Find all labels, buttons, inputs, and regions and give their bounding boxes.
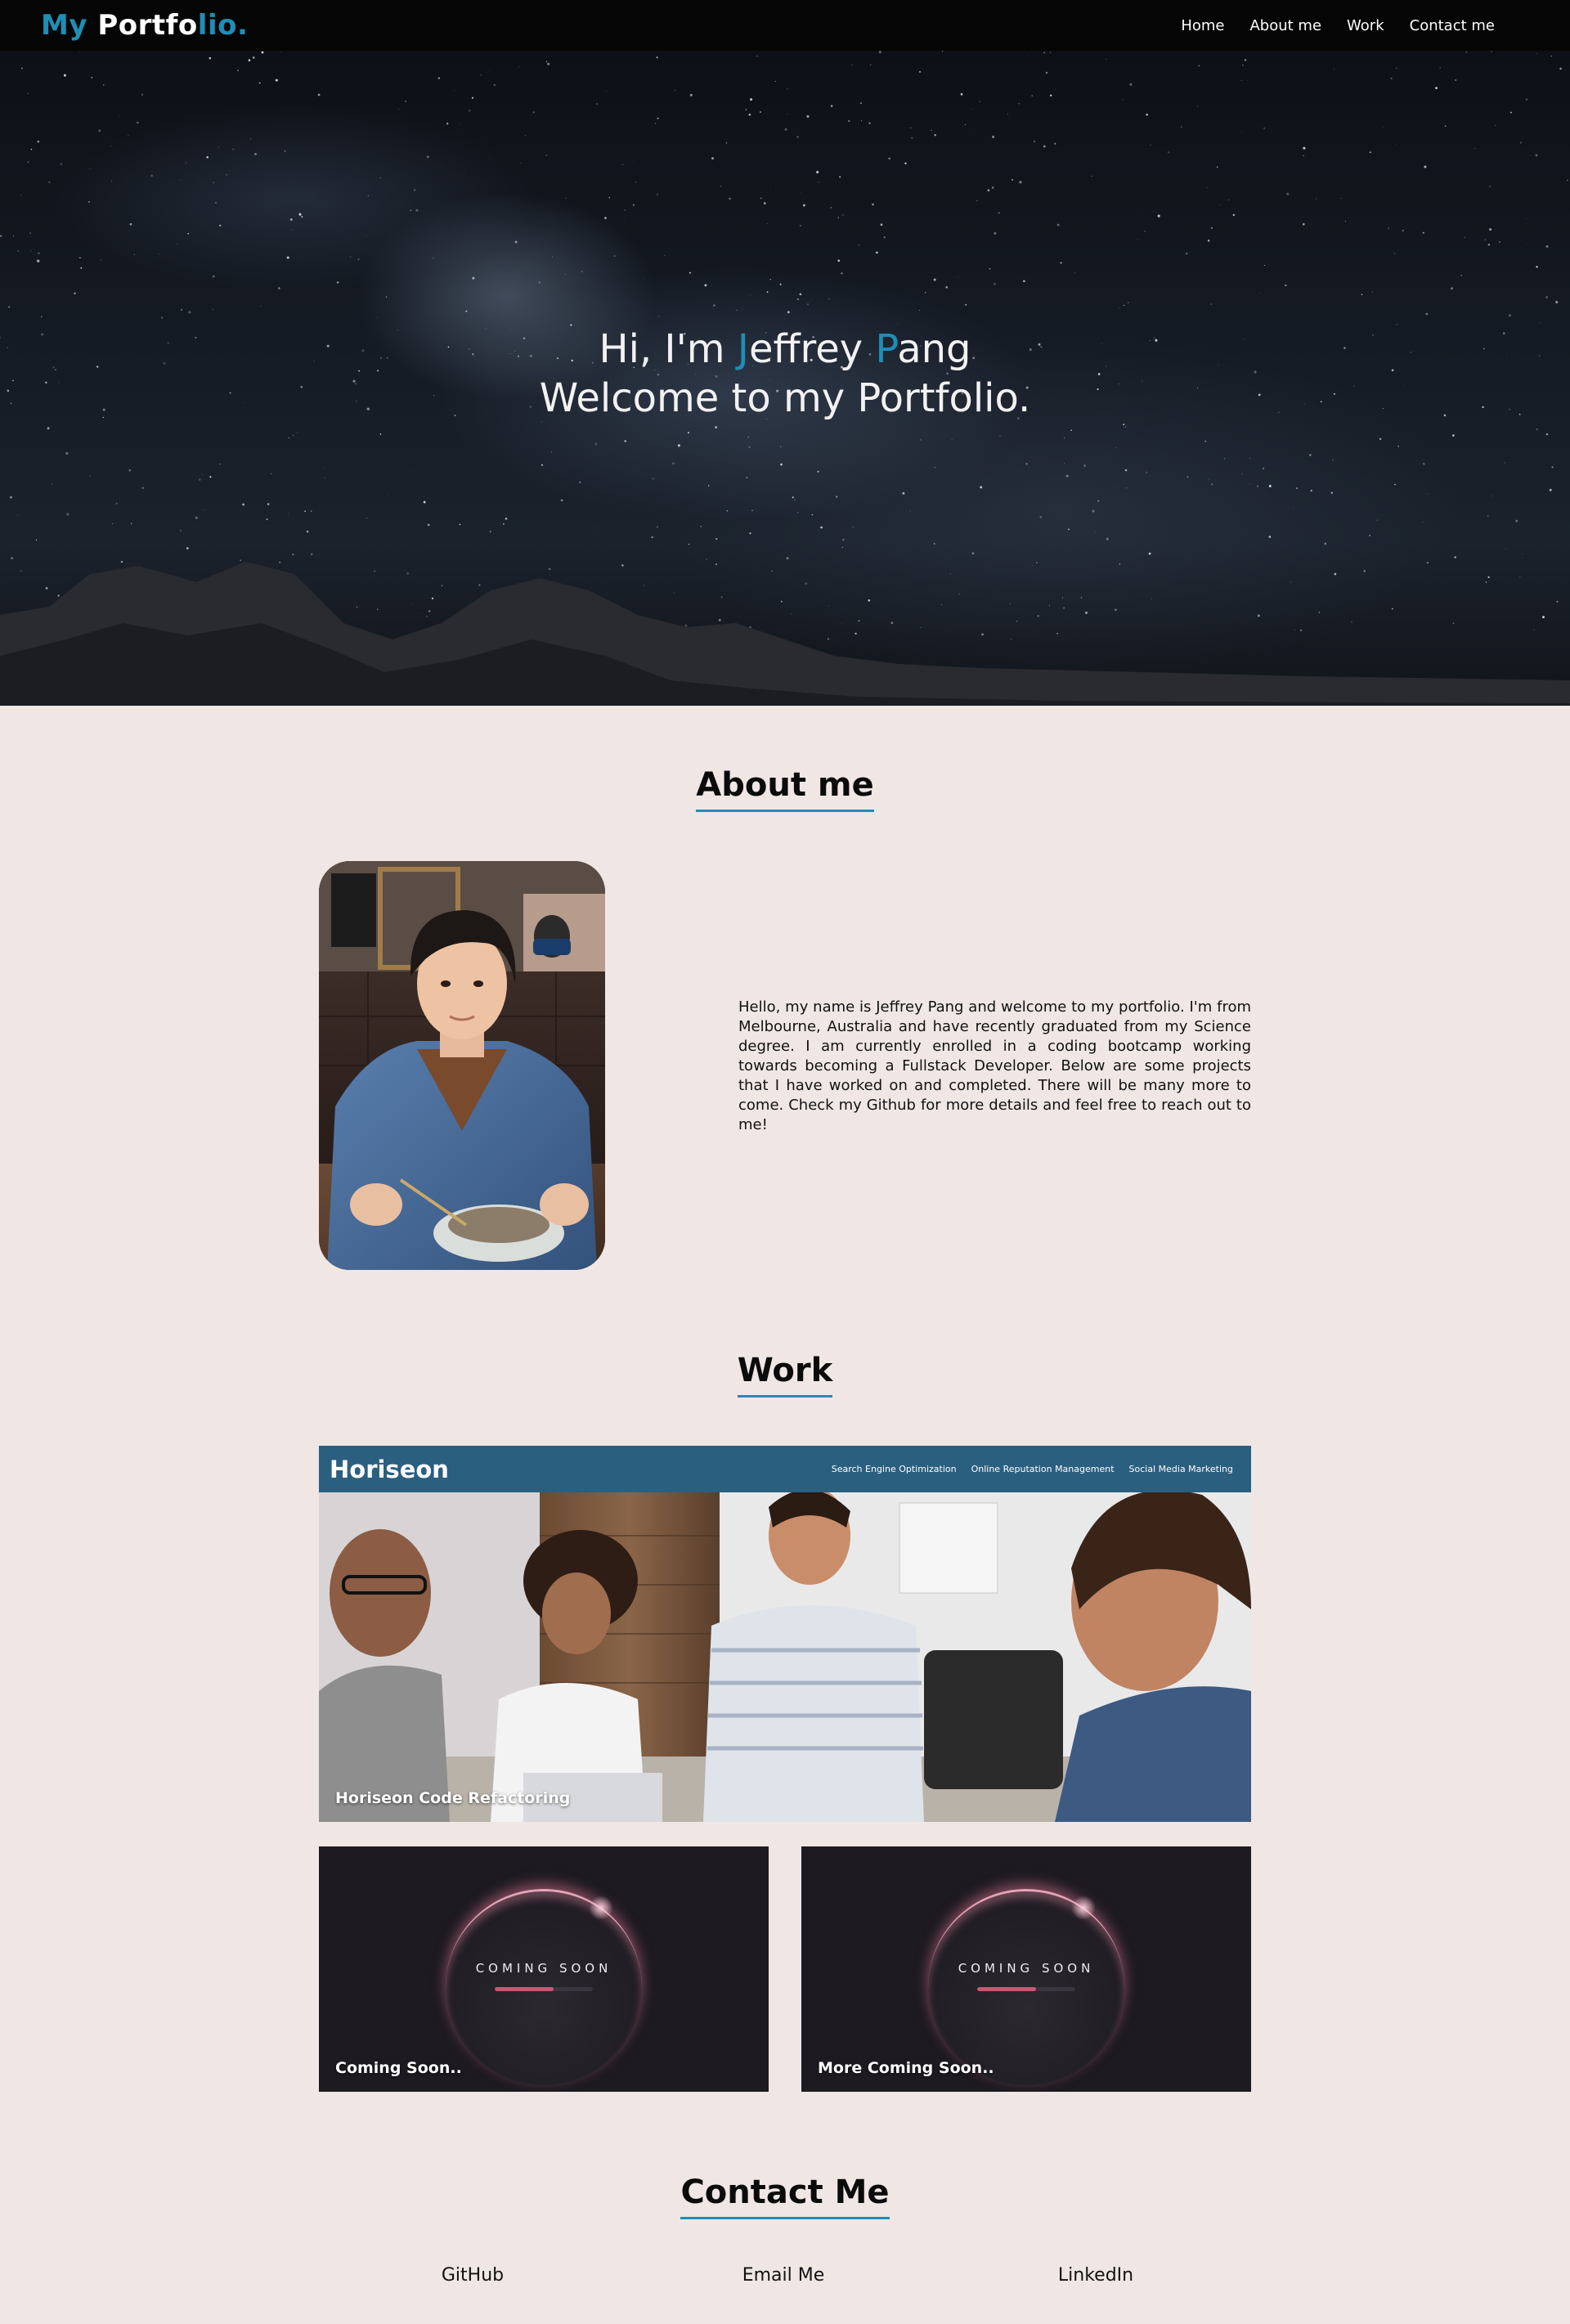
nav-link-contact[interactable]: Contact me (1410, 17, 1495, 34)
work-heading: Work (737, 1351, 833, 1398)
work-card-coming-soon-2[interactable]: COMING SOON More Coming Soon.. (801, 1846, 1251, 2092)
brand-part-1: My (41, 9, 98, 42)
contact-heading: Contact Me (680, 2173, 890, 2219)
hero-line-2: Welcome to my Portfolio. (539, 375, 1031, 421)
profile-photo (319, 861, 605, 1270)
work-section-title: Work (0, 1351, 1570, 1398)
work-card-label: More Coming Soon.. (818, 2059, 994, 2077)
contact-link-linkedin[interactable]: LinkedIn (1058, 2265, 1133, 2286)
brand-logo[interactable]: My Portfolio. (41, 9, 248, 42)
contact-link-email[interactable]: Email Me (742, 2265, 825, 2286)
brand-part-3: lio. (197, 9, 249, 42)
top-nav: My Portfolio. Home About me Work Contact… (0, 0, 1570, 51)
coming-soon-glow (1071, 1896, 1096, 1920)
coming-soon-glow (589, 1896, 613, 1920)
about-heading: About me (696, 765, 874, 812)
hero-heading: Hi, I'm Jeffrey Pang Welcome to my Portf… (0, 325, 1570, 423)
nav-link-home[interactable]: Home (1181, 17, 1224, 34)
profile-photo-illustration (319, 861, 605, 1270)
coming-soon-progress-fill (495, 1987, 554, 1991)
coming-soon-progress-bar (977, 1987, 1075, 1991)
about-section-title: About me (0, 765, 1570, 812)
contact-link-github[interactable]: GitHub (442, 2265, 504, 2286)
horiseon-preview-nav-item: Online Reputation Management (971, 1464, 1115, 1474)
hero-line-1: Hi, I'm Jeffrey Pang (599, 326, 971, 372)
nav-link-work[interactable]: Work (1347, 17, 1384, 34)
nav-links: Home About me Work Contact me (1181, 17, 1495, 34)
about-description: Hello, my name is Jeffrey Pang and welco… (738, 998, 1251, 1133)
horiseon-preview-logo: Horiseon (330, 1455, 449, 1483)
horiseon-preview-nav-item: Search Engine Optimization (831, 1464, 957, 1474)
work-card-horiseon[interactable]: Horiseon Search Engine Optimization Onli… (319, 1446, 1251, 1822)
work-card-coming-soon-1[interactable]: COMING SOON Coming Soon.. (319, 1846, 769, 2092)
horiseon-preview-nav: Search Engine Optimization Online Reputa… (832, 1464, 1233, 1474)
horiseon-preview-nav-item: Social Media Marketing (1128, 1464, 1233, 1474)
horiseon-preview-image (319, 1487, 1251, 1822)
coming-soon-progress-bar (495, 1987, 593, 1991)
hero-banner: Hi, I'm Jeffrey Pang Welcome to my Portf… (0, 51, 1570, 706)
contact-section-title: Contact Me (0, 2173, 1570, 2219)
nav-link-about[interactable]: About me (1249, 17, 1321, 34)
brand-part-2: Portfo (97, 9, 198, 42)
horiseon-preview-header: Horiseon Search Engine Optimization Onli… (319, 1446, 1251, 1492)
contact-links: GitHub Email Me LinkedIn (0, 2265, 1570, 2290)
coming-soon-image-text: COMING SOON (958, 1961, 1095, 1976)
coming-soon-progress-fill (977, 1987, 1036, 1991)
work-card-label: Horiseon Code Refactoring (335, 1789, 571, 1807)
work-card-label: Coming Soon.. (335, 2059, 462, 2077)
coming-soon-image-text: COMING SOON (475, 1961, 612, 1976)
